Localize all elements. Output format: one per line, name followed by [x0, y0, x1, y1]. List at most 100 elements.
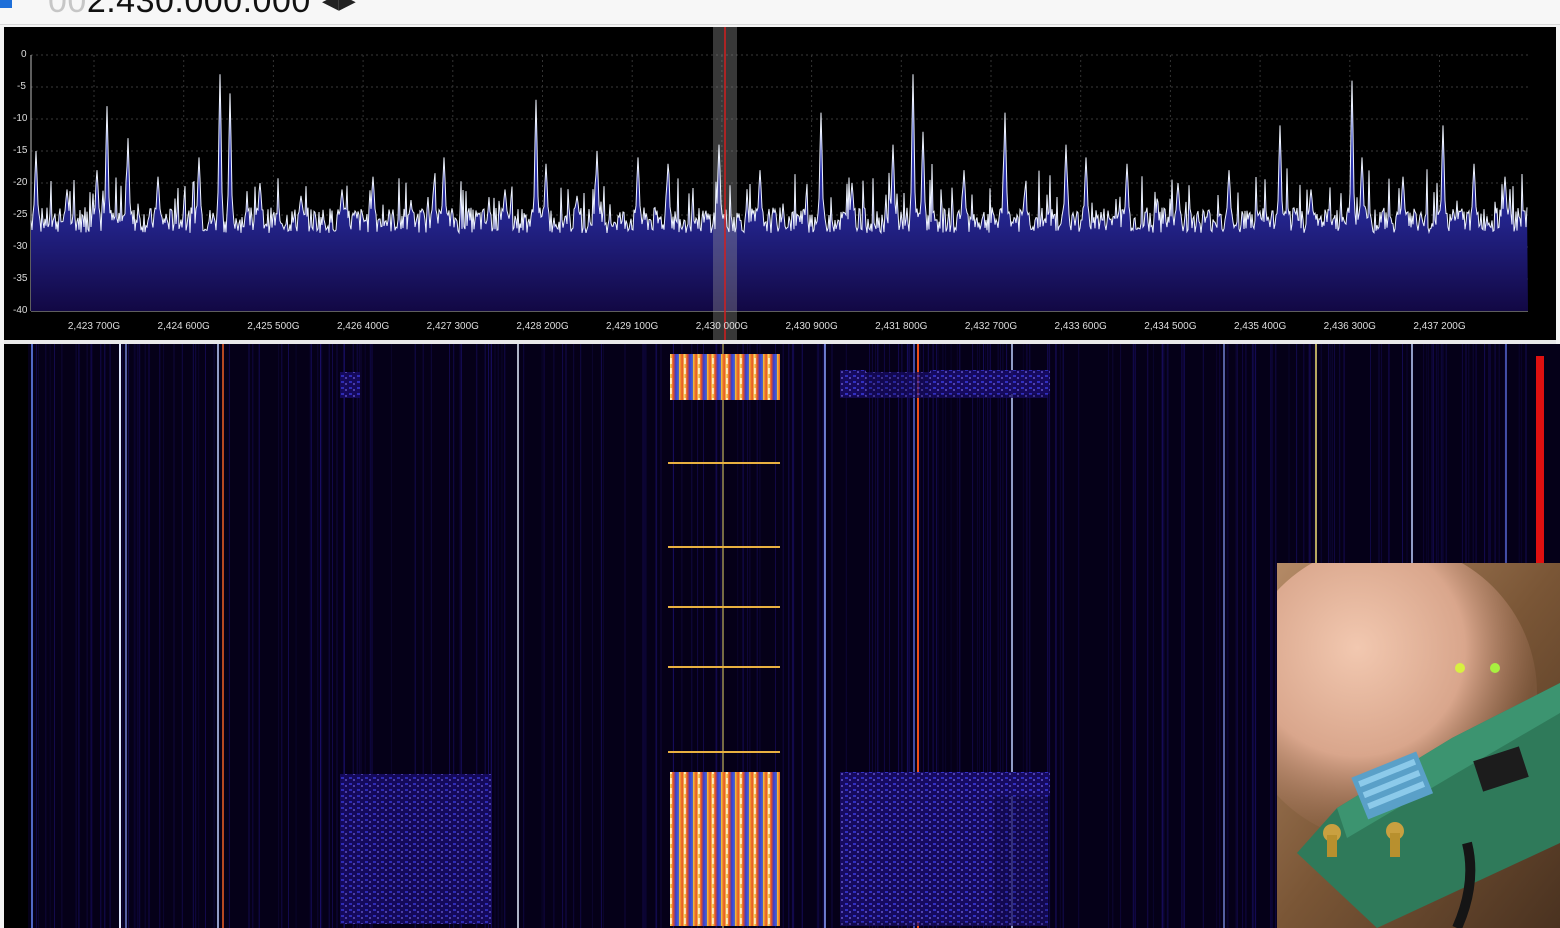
x-tick-label: 2,432 700G: [964, 321, 1018, 332]
waterfall-noise-column: [321, 344, 323, 928]
waterfall-noise-column: [1255, 344, 1257, 928]
frequency-main-digits[interactable]: 2.430.000.000: [87, 0, 311, 20]
waterfall-noise-column: [49, 344, 51, 928]
waterfall-noise-column: [1055, 344, 1057, 928]
waterfall-noise-column: [817, 344, 819, 928]
x-tick-label: 2,423 700G: [67, 321, 121, 332]
waterfall-noise-column: [133, 344, 135, 928]
waterfall-noise-column: [1253, 344, 1255, 928]
waterfall-noise-column: [252, 344, 254, 928]
waterfall-burst-line: [668, 751, 780, 753]
waterfall-noise-column: [309, 344, 311, 928]
waterfall-noise-column: [90, 344, 91, 928]
waterfall-noise-column: [1219, 344, 1221, 928]
waterfall-noise-column: [624, 344, 626, 928]
x-tick-label: 2,435 400G: [1233, 321, 1287, 332]
waterfall-noise-column: [494, 344, 496, 928]
waterfall-noise-column: [553, 344, 555, 928]
waterfall-noise-column: [192, 344, 194, 928]
waterfall-noise-column: [104, 344, 106, 928]
waterfall-noise-column: [801, 344, 803, 928]
waterfall-noise-column: [655, 344, 656, 928]
waterfall-noise-column: [1270, 344, 1272, 928]
waterfall-noise-column: [501, 344, 503, 928]
waterfall-burst-line: [668, 606, 780, 608]
waterfall-noise-column: [38, 344, 39, 928]
waterfall-left-margin: [4, 344, 28, 928]
waterfall-noise-column: [320, 344, 321, 928]
waterfall-noise-column: [75, 344, 77, 928]
waterfall-noise-column: [137, 344, 139, 928]
waterfall-side-burst: [340, 774, 492, 924]
waterfall-noise-column: [336, 344, 338, 928]
waterfall-noise-column: [310, 344, 312, 928]
waterfall-noise-column: [288, 344, 289, 928]
frequency-display[interactable]: 002.430.000.000: [48, 0, 311, 21]
waterfall-noise-column: [1161, 344, 1163, 928]
waterfall-noise-column: [1251, 344, 1253, 928]
y-tick-label: -30: [13, 241, 28, 252]
waterfall-noise-column: [1078, 344, 1080, 928]
waterfall-noise-column: [822, 344, 824, 928]
waterfall-noise-column: [54, 344, 55, 928]
waterfall-noise-column: [163, 344, 165, 928]
waterfall-noise-column: [1167, 344, 1169, 928]
spectrum-chart[interactable]: [4, 27, 1556, 340]
waterfall-noise-column: [205, 344, 206, 928]
waterfall-noise-column: [295, 344, 297, 928]
waterfall-noise-column: [128, 344, 130, 928]
waterfall-noise-column: [645, 344, 647, 928]
waterfall-noise-column: [642, 344, 644, 928]
frequency-toolbar: 002.430.000.000 ◀▶: [0, 0, 1560, 25]
waterfall-noise-column: [1235, 344, 1237, 928]
waterfall-noise-column: [213, 344, 215, 928]
waterfall-noise-column: [1183, 344, 1185, 928]
waterfall-noise-column: [591, 344, 593, 928]
waterfall-noise-column: [1245, 344, 1247, 928]
waterfall-noise-column: [198, 344, 200, 928]
waterfall-noise-column: [144, 344, 146, 928]
waterfall-noise-column: [45, 344, 47, 928]
waterfall-noise-column: [228, 344, 230, 928]
waterfall-noise-column: [281, 344, 283, 928]
waterfall-noise-column: [600, 344, 602, 928]
x-tick-label: 2,425 500G: [247, 321, 300, 332]
waterfall-noise-column: [793, 344, 795, 928]
waterfall-noise-column: [497, 344, 499, 928]
waterfall-noise-column: [1183, 344, 1184, 928]
waterfall-noise-column: [643, 344, 645, 928]
waterfall-noise-column: [541, 344, 543, 928]
frequency-step-arrows-icon[interactable]: ◀▶: [322, 0, 356, 14]
x-tick-label: 2,430 900G: [785, 321, 838, 332]
waterfall-noise-column: [148, 344, 150, 928]
y-tick-label: -35: [13, 273, 28, 284]
x-tick-label: 2,437 200G: [1413, 321, 1466, 332]
y-tick-label: -5: [17, 81, 26, 92]
x-tick-label: 2,430 000G: [695, 321, 749, 332]
x-tick-label: 2,429 100G: [606, 321, 659, 332]
waterfall-noise-column: [791, 344, 793, 928]
waterfall-noise-column: [195, 344, 197, 928]
waterfall-noise-column: [258, 344, 260, 928]
waterfall-noise-column: [504, 344, 506, 928]
frequency-leading-digits[interactable]: 00: [48, 0, 87, 20]
waterfall-noise-column: [523, 344, 525, 928]
x-tick-label: 2,426 400G: [336, 321, 390, 332]
waterfall-side-burst-wide: [840, 772, 1048, 926]
spectrum-panel[interactable]: 0 -5 -10 -15 -20 -25 -30 -35 -40 2,423 700G 2,424…: [4, 27, 1556, 340]
waterfall-noise-column: [1062, 344, 1064, 928]
waterfall-noise-column: [328, 344, 330, 928]
waterfall-noise-column: [173, 344, 175, 928]
waterfall-noise-column: [831, 344, 833, 928]
waterfall-noise-column: [91, 344, 93, 928]
sdr-board-video-icon: [1277, 563, 1560, 928]
x-tick-label: 2,434 500G: [1144, 321, 1197, 332]
waterfall-noise-column: [35, 344, 37, 928]
x-tick-label: 2,433 600G: [1054, 321, 1107, 332]
waterfall-burst-line: [668, 462, 780, 464]
waterfall-noise-column: [1181, 344, 1183, 928]
waterfall-noise-column: [135, 344, 137, 928]
waterfall-noise-column: [1216, 344, 1218, 928]
waterfall-noise-column: [1108, 344, 1110, 928]
waterfall-noise-column: [543, 344, 545, 928]
